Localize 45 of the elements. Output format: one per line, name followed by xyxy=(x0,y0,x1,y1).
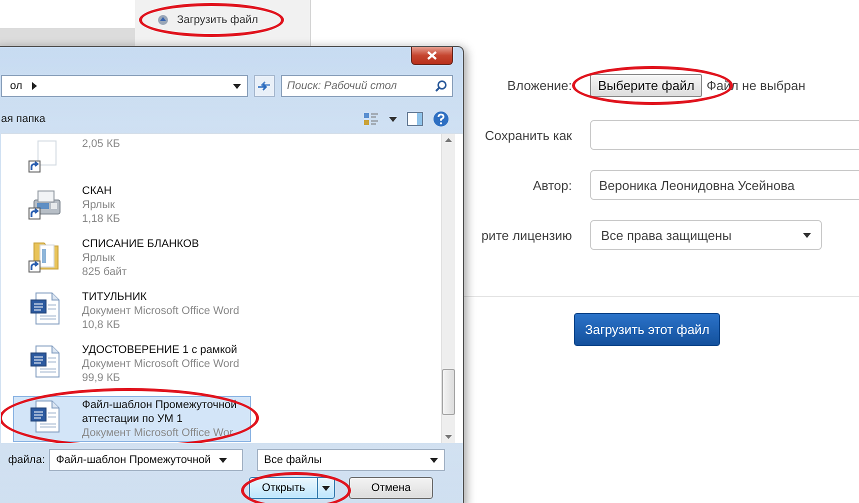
dropdown-caret-icon xyxy=(218,458,227,462)
scrollbar[interactable] xyxy=(441,134,455,443)
view-icon xyxy=(363,112,379,126)
field-label: рите лицензию xyxy=(480,228,572,242)
field-label: Вложение: xyxy=(506,78,572,92)
dropdown-caret-icon xyxy=(389,116,397,122)
dropdown-caret-icon xyxy=(430,458,438,462)
file-name-label: файла: xyxy=(7,454,45,466)
field-label: Сохранить как xyxy=(484,128,572,142)
dropdown-caret-icon xyxy=(803,232,811,238)
search-icon xyxy=(435,80,447,92)
close-icon xyxy=(427,51,437,60)
scrollbar-thumb[interactable] xyxy=(442,369,455,415)
text-field[interactable] xyxy=(590,120,859,150)
preview-pane-icon xyxy=(407,112,423,126)
cancel-button[interactable]: Отмена xyxy=(349,477,433,499)
upload-button[interactable]: Загрузить этот файл xyxy=(574,313,720,346)
new-folder-button[interactable]: ая папка xyxy=(1,111,46,127)
text-field[interactable]: Вероника Леонидовна Усейнова xyxy=(590,170,859,200)
license-dropdown[interactable]: Все права защищены xyxy=(590,220,822,250)
close-button[interactable] xyxy=(411,47,453,65)
file-type-dropdown[interactable]: Все файлы xyxy=(257,449,445,471)
search-field[interactable]: Поиск: Рабочий стол xyxy=(281,75,453,97)
breadcrumb-item[interactable]: ол xyxy=(10,80,22,92)
word-document-icon xyxy=(28,345,62,379)
menu-item[interactable]: Загрузить файл xyxy=(153,12,262,28)
file-item[interactable]: СПИСАНИЕ БЛАНКОВ Ярлык 825 байт xyxy=(13,235,251,281)
address-bar[interactable]: ол xyxy=(1,75,248,97)
file-item[interactable]: СКАН Ярлык 1,18 КБ xyxy=(13,182,251,228)
file-item[interactable]: УДОСТОВЕРЕНИЕ 1 с рамкой Документ Microsoft Office Word 99,9 КБ xyxy=(13,341,251,387)
dropdown-caret-icon xyxy=(232,84,241,88)
refresh-icon xyxy=(257,81,272,91)
file-name-field[interactable]: Файл-шаблон Промежуточной xyxy=(49,449,243,471)
file-item[interactable]: ТИТУЛЬНИК Документ Microsoft Office Word 10,8 КБ xyxy=(13,288,251,334)
chevron-icon xyxy=(32,82,38,90)
scroll-up-icon xyxy=(445,138,452,142)
field-label: Автор: xyxy=(532,178,572,192)
upload-icon xyxy=(157,14,169,26)
dropdown-caret-icon xyxy=(322,486,330,490)
refresh-button[interactable] xyxy=(254,75,275,97)
word-document-icon xyxy=(28,292,62,326)
scroll-down-icon xyxy=(445,435,452,439)
help-icon xyxy=(433,111,449,127)
word-document-icon xyxy=(28,400,62,434)
choose-file-button[interactable]: Выберите файл xyxy=(590,74,702,96)
